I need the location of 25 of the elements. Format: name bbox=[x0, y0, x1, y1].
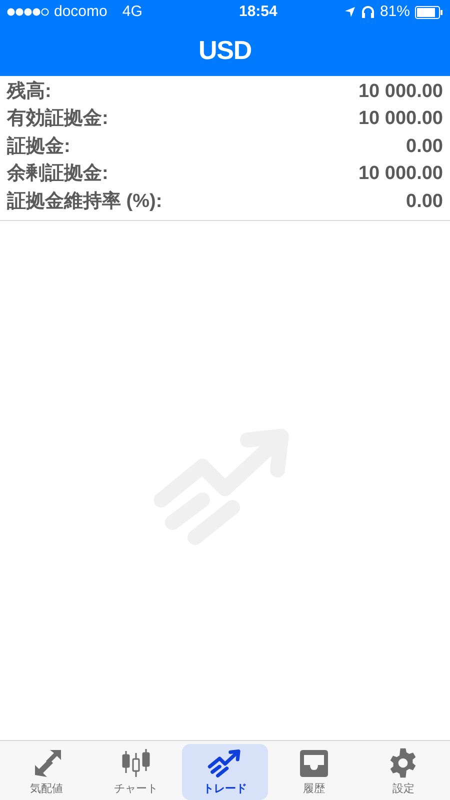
account-value: 0.00 bbox=[406, 190, 443, 214]
account-label: 余剰証拠金: bbox=[7, 162, 108, 186]
carrier-name: docomo bbox=[54, 2, 108, 22]
account-label: 証拠金維持率 (%): bbox=[7, 190, 162, 214]
headphones-icon bbox=[360, 5, 375, 19]
battery-percent: 81% bbox=[380, 2, 410, 22]
account-value: 0.00 bbox=[406, 134, 443, 158]
clock-time: 18:54 bbox=[238, 2, 278, 22]
trend-arrow-icon bbox=[207, 746, 243, 779]
tab-item[interactable]: 気配値 bbox=[4, 744, 90, 800]
network-type: 4G bbox=[122, 2, 142, 22]
tab-item[interactable]: 設定 bbox=[360, 744, 446, 800]
account-label: 残高: bbox=[7, 80, 52, 104]
account-label: 証拠金: bbox=[7, 134, 70, 158]
signal-icon bbox=[7, 8, 49, 16]
tab-item[interactable]: チャート bbox=[93, 744, 178, 800]
battery-icon bbox=[414, 6, 443, 18]
account-value: 10 000.00 bbox=[358, 162, 443, 186]
account-label: 有効証拠金: bbox=[7, 106, 108, 131]
tab-item[interactable]: トレード bbox=[182, 744, 268, 800]
location-icon bbox=[344, 6, 356, 18]
account-value: 10 000.00 bbox=[358, 80, 443, 104]
header-title: USD bbox=[198, 34, 252, 66]
account-value: 10 000.00 bbox=[358, 107, 443, 131]
tab-item[interactable]: 履歴 bbox=[272, 744, 357, 800]
